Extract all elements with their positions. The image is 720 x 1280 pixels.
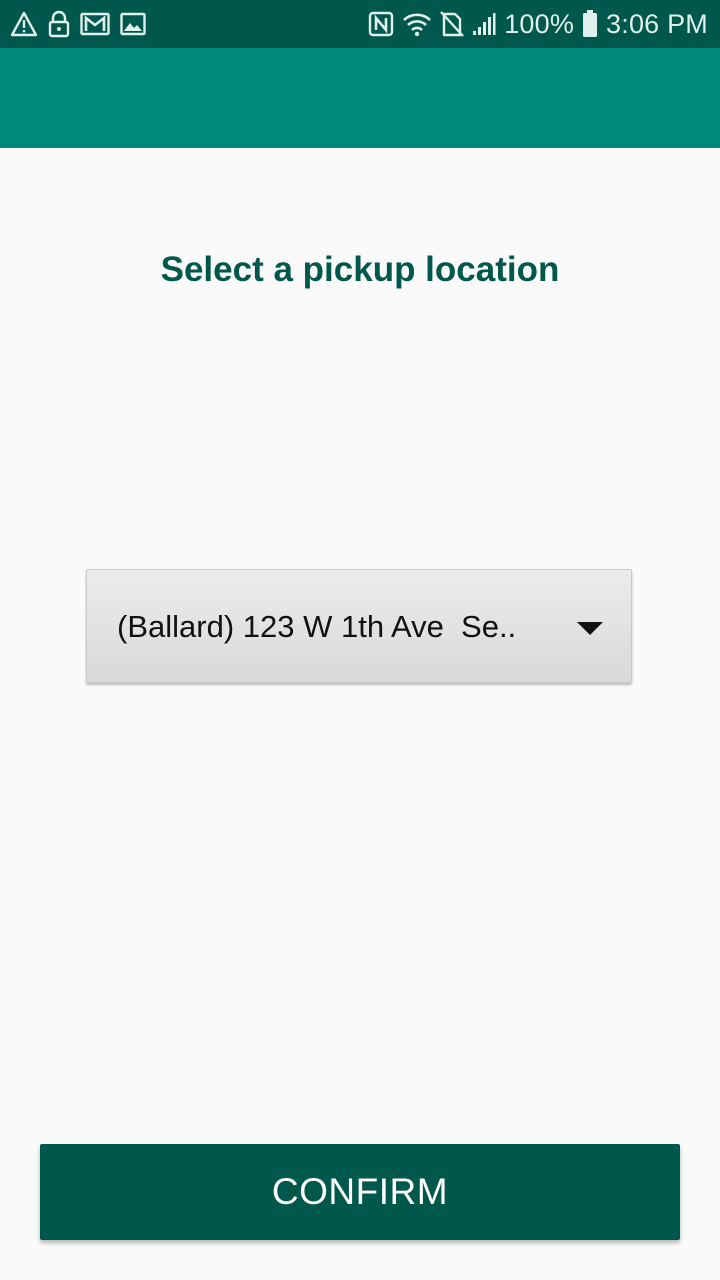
dropdown-arrow-icon: [577, 622, 603, 635]
status-bar-left-icons: [10, 8, 146, 40]
wifi-icon: [402, 11, 432, 37]
confirm-button[interactable]: CONFIRM: [40, 1144, 680, 1240]
nfc-icon: [368, 11, 394, 37]
pickup-location-selected-value: (Ballard) 123 W 1th Ave Se..: [117, 609, 517, 644]
page-title: Select a pickup location: [160, 250, 560, 289]
gmail-icon: [80, 11, 110, 37]
status-time: 3:06 PM: [606, 8, 708, 39]
image-icon: [120, 12, 146, 36]
status-bar-right-icons: 100% 3:06 PM: [368, 6, 708, 42]
battery-percent: 100%: [504, 8, 575, 39]
signal-icon: [472, 12, 496, 36]
no-sim-icon: [440, 10, 465, 38]
pickup-location-dropdown[interactable]: (Ballard) 123 W 1th Ave Se..: [86, 569, 632, 683]
warning-icon: [10, 11, 38, 37]
battery-icon: [582, 10, 598, 38]
status-bar: 100% 3:06 PM: [0, 0, 720, 48]
app-bar: [0, 48, 720, 148]
lock-icon: [48, 10, 70, 38]
